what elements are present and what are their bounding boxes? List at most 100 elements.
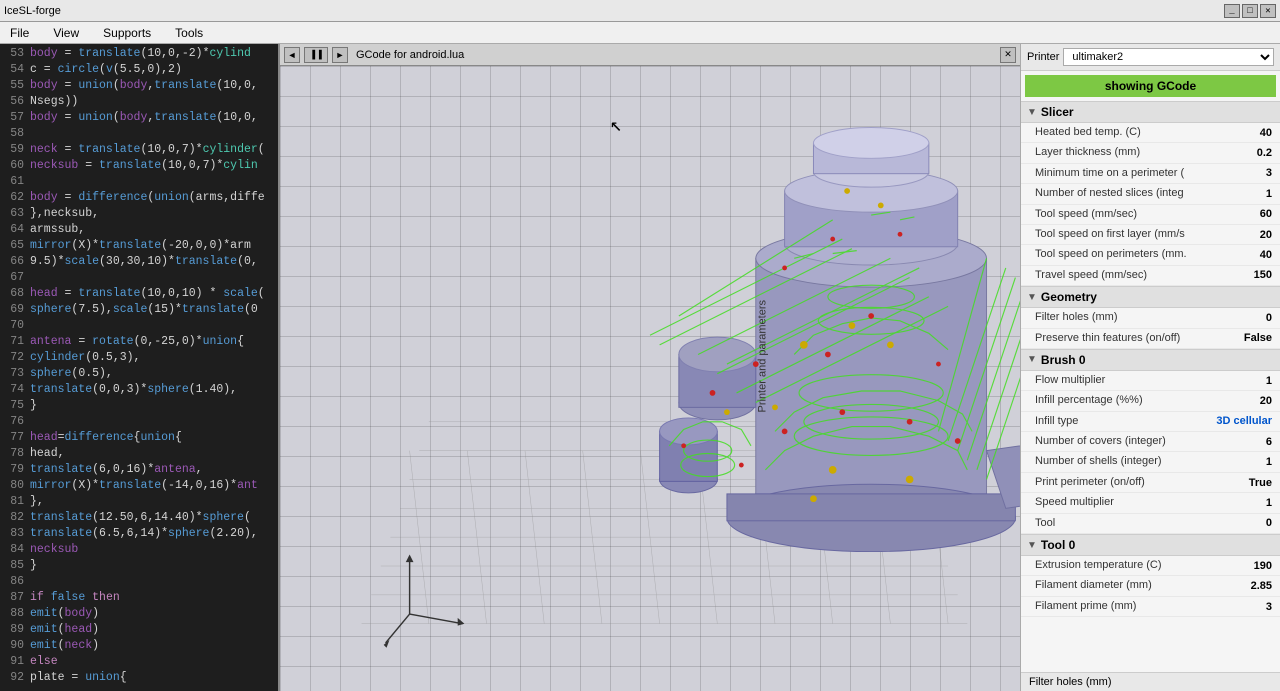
section-tool0[interactable]: ▼ Tool 0	[1021, 534, 1280, 556]
code-line-70: 70	[0, 318, 278, 334]
status-bar: Filter holes (mm)	[1021, 672, 1280, 691]
param-filament-diameter: Filament diameter (mm) 2.85	[1021, 576, 1280, 596]
menu-view[interactable]: View	[47, 24, 85, 42]
window-controls: _ □ ✕	[1224, 4, 1276, 18]
printer-label: Printer	[1027, 51, 1059, 63]
nav-pause-button[interactable]: ▐▐	[304, 47, 328, 63]
section-geometry[interactable]: ▼ Geometry	[1021, 286, 1280, 308]
param-nested-slices: Number of nested slices (integ 1	[1021, 184, 1280, 204]
code-line-68: 68 head = translate(10,0,10) * scale(	[0, 286, 278, 302]
code-line-85: 85 }	[0, 558, 278, 574]
nav-next-button[interactable]: ►	[332, 47, 348, 63]
minimize-button[interactable]: _	[1224, 4, 1240, 18]
param-extrusion-temp: Extrusion temperature (C) 190	[1021, 556, 1280, 576]
tool0-label: Tool 0	[1041, 538, 1075, 552]
code-line-80: 80 mirror(X)*translate(-14,0,16)*ant	[0, 478, 278, 494]
code-line-71: 71 antena = rotate(0,-25,0)*union{	[0, 334, 278, 350]
code-line-73: 73 sphere(0.5),	[0, 366, 278, 382]
param-tool-speed-first-layer: Tool speed on first layer (mm/s 20	[1021, 225, 1280, 245]
gcode-panel: ◄ ▐▐ ► GCode for android.lua ✕	[280, 44, 1020, 691]
param-num-covers: Number of covers (integer) 6	[1021, 432, 1280, 452]
code-line-84: 84 necksub	[0, 542, 278, 558]
slicer-label: Slicer	[1041, 105, 1074, 119]
geometry-arrow: ▼	[1027, 292, 1037, 303]
maximize-button[interactable]: □	[1242, 4, 1258, 18]
code-line-64: 64 armssub,	[0, 222, 278, 238]
slicer-arrow: ▼	[1027, 107, 1037, 118]
param-preserve-thin-features: Preserve thin features (on/off) False	[1021, 329, 1280, 349]
close-button[interactable]: ✕	[1260, 4, 1276, 18]
menu-file[interactable]: File	[4, 24, 35, 42]
code-line-92: 92 plate = union{	[0, 670, 278, 686]
code-line-62: 62 body = difference(union(arms,diffe	[0, 190, 278, 206]
section-slicer[interactable]: ▼ Slicer	[1021, 101, 1280, 123]
gcode-title-bar: ◄ ▐▐ ► GCode for android.lua ✕	[280, 44, 1020, 66]
geometry-label: Geometry	[1041, 290, 1097, 304]
code-line-77: 77 head=difference{union{	[0, 430, 278, 446]
code-line-91: 91 else	[0, 654, 278, 670]
code-line-90: 90 emit(neck)	[0, 638, 278, 654]
code-line-88: 88 emit(body)	[0, 606, 278, 622]
param-print-perimeter: Print perimeter (on/off) True	[1021, 473, 1280, 493]
showing-gcode-button[interactable]: showing GCode	[1025, 75, 1276, 97]
code-line-76: 76	[0, 414, 278, 430]
param-tool: Tool 0	[1021, 514, 1280, 534]
param-infill-percentage: Infill percentage (%%) 20	[1021, 391, 1280, 411]
code-line-81: 81 },	[0, 494, 278, 510]
param-infill-type: Infill type 3D cellular	[1021, 412, 1280, 432]
code-line-75: 75 }	[0, 398, 278, 414]
brush0-label: Brush 0	[1041, 353, 1086, 367]
param-speed-multiplier: Speed multiplier 1	[1021, 493, 1280, 513]
param-heated-bed-temp: Heated bed temp. (C) 40	[1021, 123, 1280, 143]
param-layer-thickness: Layer thickness (mm) 0.2	[1021, 143, 1280, 163]
code-line-87: 87 if false then	[0, 590, 278, 606]
code-line-67: 67	[0, 270, 278, 286]
code-line-58: 58	[0, 126, 278, 142]
param-filter-holes: Filter holes (mm) 0	[1021, 308, 1280, 328]
printer-select[interactable]: ultimaker2	[1063, 48, 1274, 66]
code-line-63: 63 },necksub,	[0, 206, 278, 222]
code-line-53: 53 body = translate(10,0,-2)*cylind	[0, 46, 278, 62]
params-header: Printer ultimaker2	[1021, 44, 1280, 71]
code-line-86: 86	[0, 574, 278, 590]
code-line-66: 66 9.5)*scale(30,30,10)*translate(0,	[0, 254, 278, 270]
title-bar: IceSL-forge _ □ ✕	[0, 0, 1280, 22]
code-line-57: 57 body = union(body,translate(10,0,	[0, 110, 278, 126]
section-brush0[interactable]: ▼ Brush 0	[1021, 349, 1280, 371]
code-line-78: 78 head,	[0, 446, 278, 462]
code-line-83: 83 translate(6.5,6,14)*sphere(2.20),	[0, 526, 278, 542]
3d-scene-svg	[280, 66, 1020, 691]
menu-tools[interactable]: Tools	[169, 24, 209, 42]
code-line-72: 72 cylinder(0.5,3),	[0, 350, 278, 366]
code-line-79: 79 translate(6,0,16)*antena,	[0, 462, 278, 478]
param-filament-prime: Filament prime (mm) 3	[1021, 597, 1280, 617]
code-line-89: 89 emit(head)	[0, 622, 278, 638]
param-num-shells: Number of shells (integer) 1	[1021, 452, 1280, 472]
menu-supports[interactable]: Supports	[97, 24, 157, 42]
menu-bar: File View Supports Tools	[0, 22, 1280, 44]
nav-prev-button[interactable]: ◄	[284, 47, 300, 63]
code-editor-panel: 53 body = translate(10,0,-2)*cylind 54 c…	[0, 44, 280, 691]
param-tool-speed-perimeters: Tool speed on perimeters (mm. 40	[1021, 245, 1280, 265]
status-text: Filter holes (mm)	[1029, 676, 1112, 688]
code-line-59: 59 neck = translate(10,0,7)*cylinder(	[0, 142, 278, 158]
code-line-65: 65 mirror(X)*translate(-20,0,0)*arm	[0, 238, 278, 254]
param-travel-speed: Travel speed (mm/sec) 150	[1021, 266, 1280, 286]
code-line-60: 60 necksub = translate(10,0,7)*cylin	[0, 158, 278, 174]
code-line-74: 74 translate(0,0,3)*sphere(1.40),	[0, 382, 278, 398]
tool0-arrow: ▼	[1027, 540, 1037, 551]
params-scroll-area[interactable]: ▼ Slicer Heated bed temp. (C) 40 Layer t…	[1021, 101, 1280, 672]
code-line-61: 61	[0, 174, 278, 190]
code-line-54: 54 c = circle(v(5.5,0),2)	[0, 62, 278, 78]
gcode-close-button[interactable]: ✕	[1000, 47, 1016, 63]
code-lines[interactable]: 53 body = translate(10,0,-2)*cylind 54 c…	[0, 44, 278, 691]
param-min-time-perimeter: Minimum time on a perimeter ( 3	[1021, 164, 1280, 184]
gcode-title: GCode for android.lua	[356, 49, 464, 61]
code-line-55: 55 body = union(body,translate(10,0,	[0, 78, 278, 94]
3d-viewport[interactable]: ↖	[280, 66, 1020, 691]
code-line-56: 56 Nsegs))	[0, 94, 278, 110]
code-line-82: 82 translate(12.50,6,14.40)*sphere(	[0, 510, 278, 526]
app-title: IceSL-forge	[4, 5, 61, 17]
code-line-69: 69 sphere(7.5),scale(15)*translate(0	[0, 302, 278, 318]
param-tool-speed: Tool speed (mm/sec) 60	[1021, 205, 1280, 225]
